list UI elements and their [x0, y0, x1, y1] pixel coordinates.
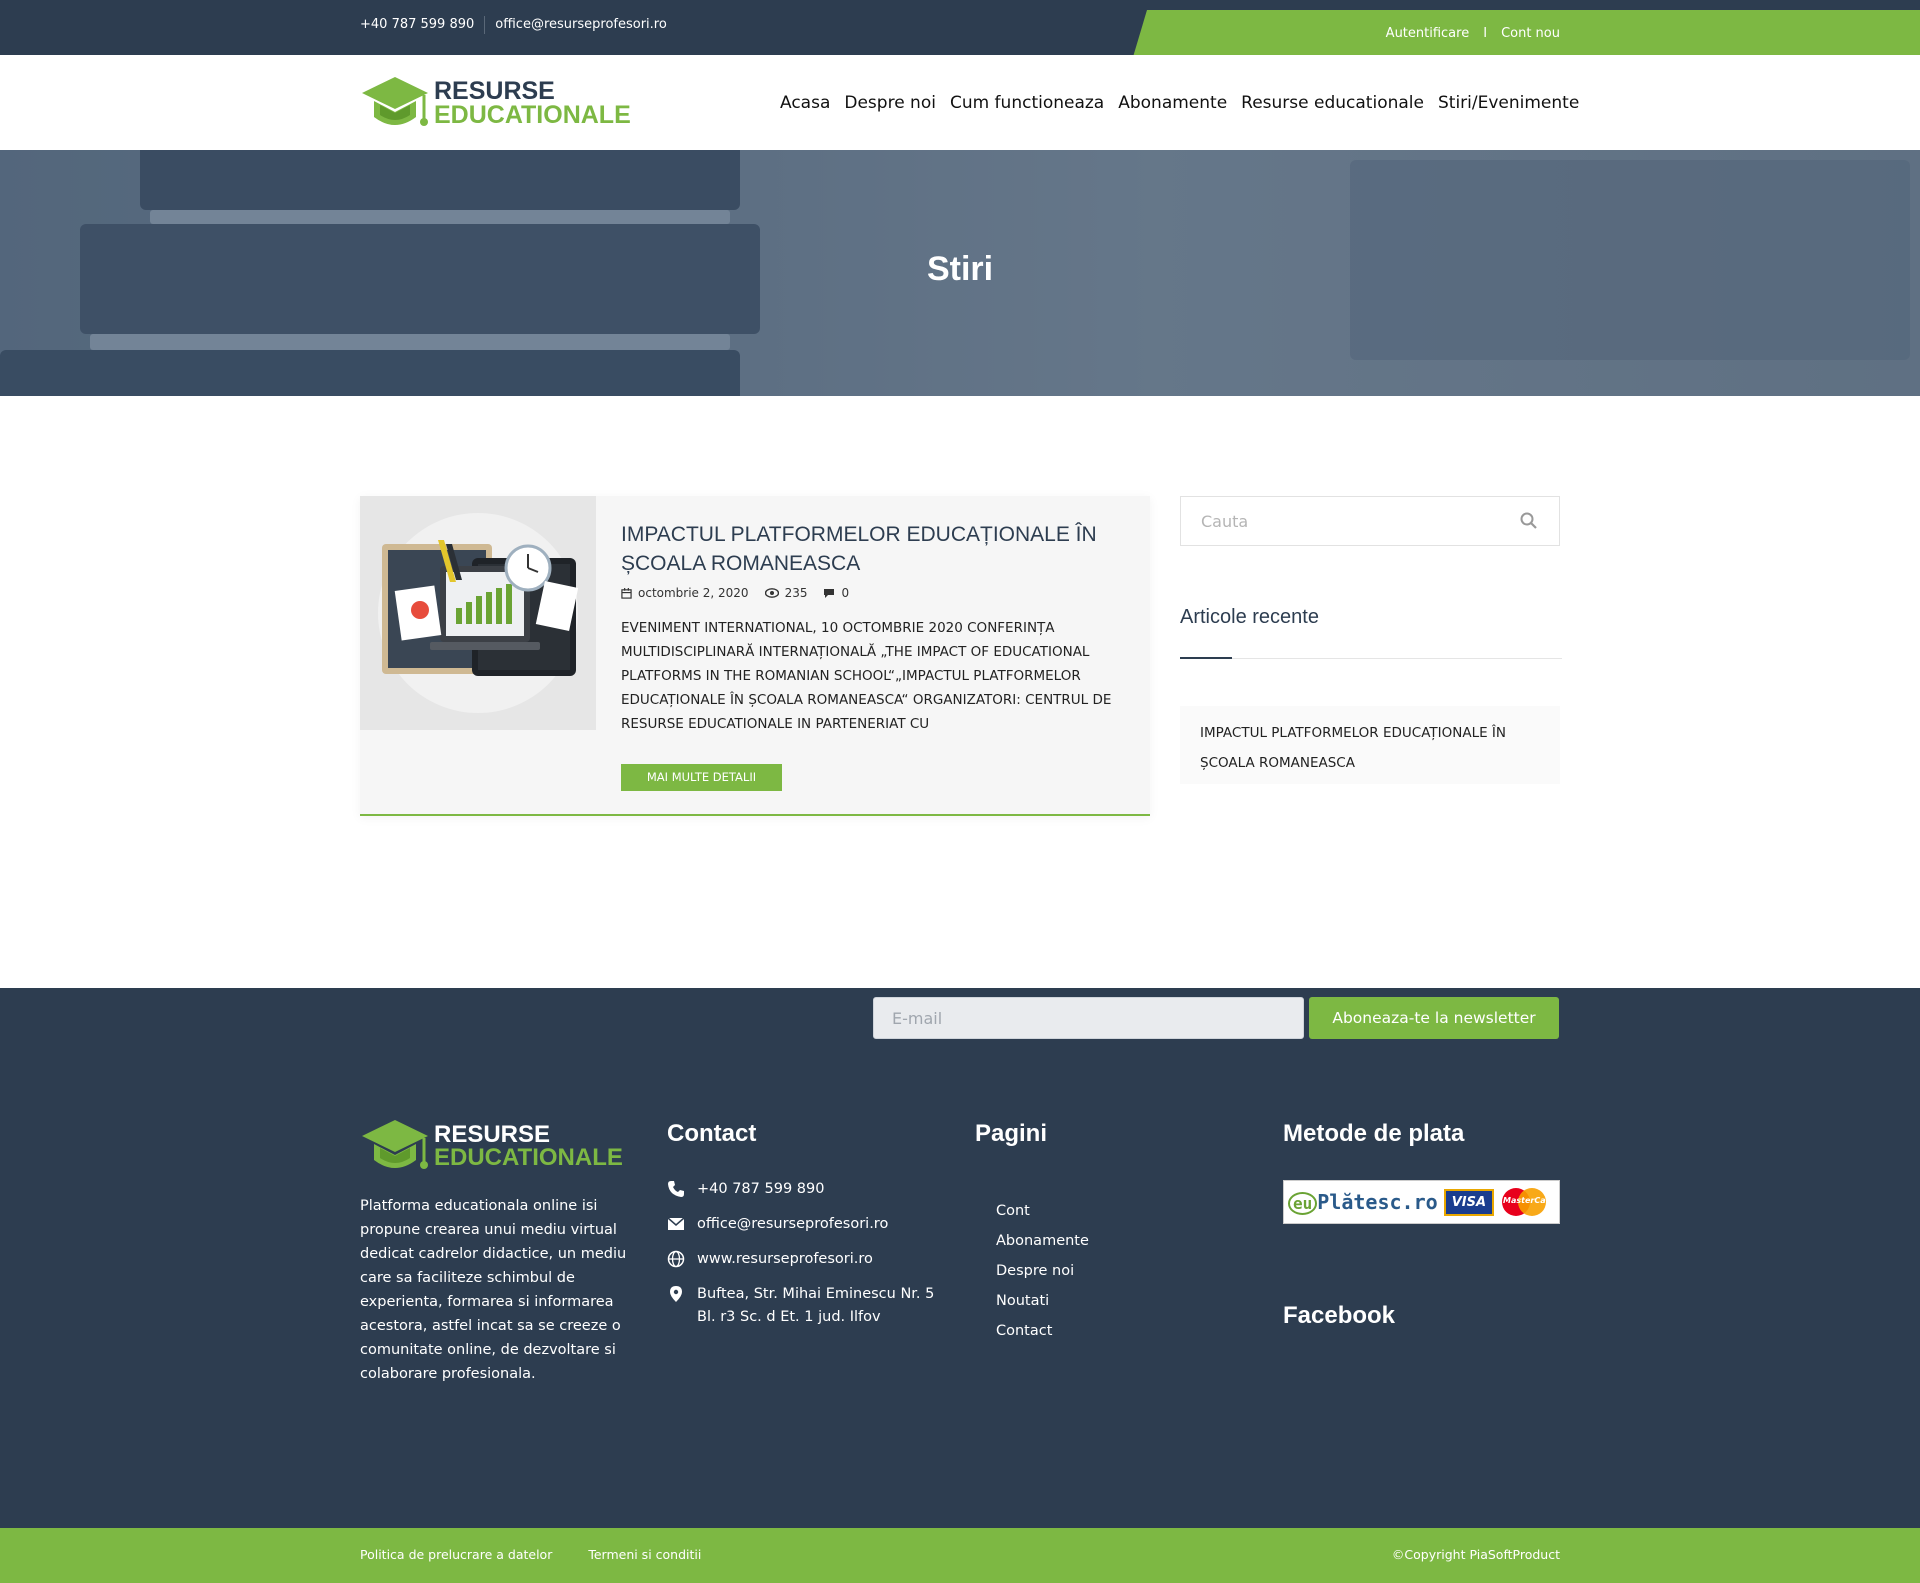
- top-email[interactable]: office@resurseprofesori.ro: [495, 17, 677, 34]
- auth-ribbon: Autentificare I Cont nou: [1133, 10, 1920, 57]
- recent-article-link[interactable]: IMPACTUL PLATFORMELOR EDUCAȚIONALE ÎN ȘC…: [1180, 706, 1560, 784]
- header: RESURSE EDUCATIONALE Acasa Despre noi Cu…: [0, 55, 1920, 150]
- footer-link-despre-noi[interactable]: Despre noi: [996, 1256, 1089, 1286]
- footer-pages-list: Cont Abonamente Despre noi Noutati Conta…: [996, 1196, 1089, 1346]
- comment-icon: [824, 588, 835, 598]
- article-comments-count: 0: [841, 586, 850, 600]
- article-date-text: octombrie 2, 2020: [638, 586, 749, 600]
- recent-divider-accent: [1180, 657, 1232, 659]
- footer-email[interactable]: office@resurseprofesori.ro: [667, 1213, 947, 1236]
- privacy-policy-link[interactable]: Politica de prelucrare a datelor: [360, 1547, 552, 1562]
- footer: Aboneaza-te la newsletter RESURSE EDUCAT…: [0, 988, 1920, 1528]
- calendar-icon: [621, 587, 632, 599]
- footer-link-contact[interactable]: Contact: [996, 1316, 1089, 1346]
- recent-articles-title: Articole recente: [1180, 606, 1319, 628]
- newsletter-subscribe-button[interactable]: Aboneaza-te la newsletter: [1309, 997, 1559, 1039]
- nav-despre-noi[interactable]: Despre noi: [844, 93, 936, 113]
- register-link[interactable]: Cont nou: [1501, 26, 1560, 41]
- mastercard-text: MasterCard: [1503, 1196, 1556, 1205]
- hero-banner: Stiri: [0, 150, 1920, 396]
- article-views: 235: [764, 586, 808, 600]
- education-illustration-icon: [360, 496, 596, 730]
- auth-divider: I: [1483, 26, 1488, 41]
- top-bar: +40 787 599 890 office@resurseprofesori.…: [0, 0, 1920, 57]
- article-thumbnail[interactable]: [360, 496, 596, 730]
- site-logo[interactable]: RESURSE EDUCATIONALE: [360, 75, 631, 133]
- nav-resurse-educationale[interactable]: Resurse educationale: [1241, 93, 1424, 113]
- top-contact: +40 787 599 890 office@resurseprofesori.…: [360, 16, 677, 34]
- terms-link[interactable]: Termeni si conditii: [588, 1547, 701, 1562]
- footer-link-abonamente[interactable]: Abonamente: [996, 1226, 1089, 1256]
- nav-acasa[interactable]: Acasa: [780, 93, 830, 113]
- search-box: [1180, 496, 1560, 546]
- nav-abonamente[interactable]: Abonamente: [1118, 93, 1227, 113]
- euplatesc-text: Plătesc.ro: [1317, 1190, 1438, 1214]
- footer-email-text: office@resurseprofesori.ro: [697, 1216, 889, 1232]
- login-link[interactable]: Autentificare: [1386, 26, 1470, 41]
- page-title: Stiri: [926, 250, 994, 288]
- article-card: IMPACTUL PLATFORMELOR EDUCAȚIONALE ÎN ȘC…: [360, 496, 1150, 816]
- read-more-button[interactable]: MAI MULTE DETALII: [621, 764, 782, 791]
- top-phone[interactable]: +40 787 599 890: [360, 17, 484, 34]
- article-meta: octombrie 2, 2020 235 0: [621, 586, 849, 600]
- footer-logo-line-2: EDUCATIONALE: [434, 1144, 623, 1171]
- article-title[interactable]: IMPACTUL PLATFORMELOR EDUCAȚIONALE ÎN ȘC…: [621, 520, 1131, 578]
- graduation-cap-icon: [362, 77, 428, 126]
- bottom-bar: Politica de prelucrare a datelor Termeni…: [0, 1528, 1920, 1583]
- eye-icon: [764, 588, 779, 598]
- top-separator: [484, 16, 486, 34]
- footer-contact-list: +40 787 599 890 office@resurseprofesori.…: [667, 1178, 947, 1341]
- footer-contact-title: Contact: [667, 1120, 757, 1147]
- footer-website[interactable]: www.resurseprofesori.ro: [667, 1248, 947, 1271]
- envelope-icon: [667, 1217, 685, 1230]
- article-date: octombrie 2, 2020: [621, 586, 749, 600]
- auth-links: Autentificare I Cont nou: [1386, 26, 1560, 41]
- footer-phone[interactable]: +40 787 599 890: [667, 1178, 947, 1201]
- footer-pages-title: Pagini: [975, 1120, 1048, 1147]
- euplatesc-logo: eu Plătesc.ro: [1288, 1190, 1438, 1215]
- article-views-count: 235: [784, 586, 808, 600]
- mastercard-logo: MasterCard: [1500, 1186, 1555, 1218]
- footer-payment-title: Metode de plata: [1283, 1120, 1465, 1147]
- recent-divider: [1180, 658, 1562, 659]
- footer-address-text: Buftea, Str. Mihai Eminescu Nr. 5 Bl. r3…: [697, 1286, 935, 1325]
- main-nav: Acasa Despre noi Cum functioneaza Abonam…: [780, 93, 1579, 113]
- footer-phone-text: +40 787 599 890: [697, 1181, 825, 1197]
- newsletter-email-input[interactable]: [873, 997, 1304, 1039]
- visa-logo: VISA: [1443, 1188, 1495, 1216]
- article-comments: 0: [823, 586, 849, 600]
- footer-address: Buftea, Str. Mihai Eminescu Nr. 5 Bl. r3…: [667, 1283, 947, 1329]
- footer-logo[interactable]: RESURSE EDUCATIONALE: [360, 1118, 623, 1176]
- map-marker-icon: [670, 1286, 682, 1302]
- bottom-links: Politica de prelucrare a datelor Termeni…: [360, 1547, 701, 1562]
- footer-link-cont[interactable]: Cont: [996, 1196, 1089, 1226]
- copyright: ©Copyright PiaSoftProduct: [1391, 1547, 1560, 1562]
- graduation-cap-icon: [362, 1120, 428, 1169]
- payment-methods-logo: eu Plătesc.ro VISA MasterCard: [1283, 1180, 1560, 1224]
- search-input[interactable]: [1181, 497, 1511, 545]
- article-excerpt: EVENIMENT INTERNATIONAL, 10 OCTOMBRIE 20…: [621, 620, 1112, 732]
- footer-logo-text: RESURSE EDUCATIONALE: [434, 1123, 623, 1171]
- footer-about: Platforma educationala online isi propun…: [360, 1198, 627, 1382]
- nav-stiri-evenimente[interactable]: Stiri/Evenimente: [1438, 93, 1579, 113]
- phone-icon: [668, 1181, 684, 1197]
- logo-line-2: EDUCATIONALE: [434, 101, 631, 129]
- footer-facebook-title: Facebook: [1283, 1302, 1396, 1329]
- nav-cum-functioneaza[interactable]: Cum functioneaza: [950, 93, 1104, 113]
- footer-website-text: www.resurseprofesori.ro: [697, 1251, 873, 1267]
- footer-link-noutati[interactable]: Noutati: [996, 1286, 1089, 1316]
- globe-icon: [667, 1250, 685, 1268]
- search-icon[interactable]: [1519, 511, 1539, 531]
- logo-text: RESURSE EDUCATIONALE: [434, 79, 631, 129]
